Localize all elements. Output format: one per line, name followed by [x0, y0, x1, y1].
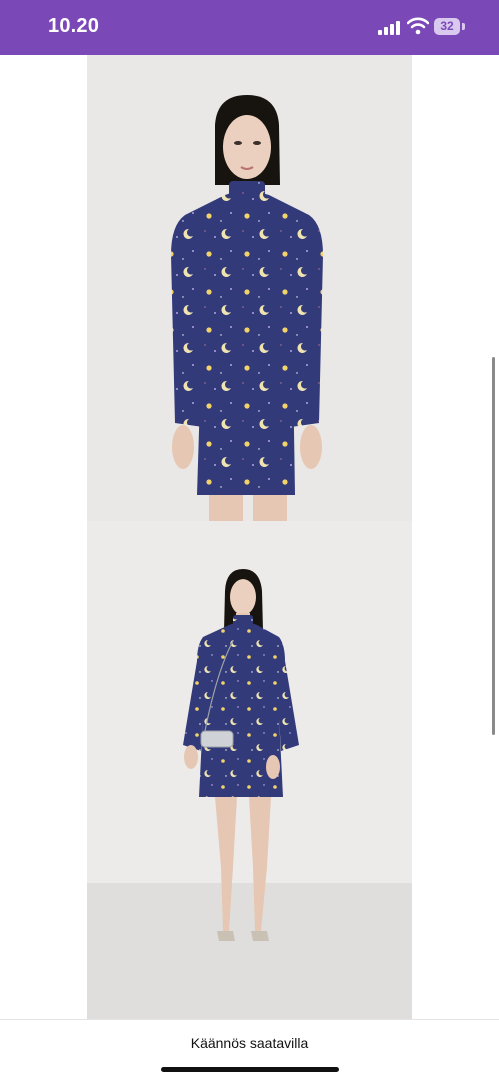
bottom-bar: Käännös saatavilla: [0, 1019, 499, 1081]
home-indicator[interactable]: [161, 1067, 339, 1072]
status-bar: 10.20 32: [0, 0, 499, 55]
translation-available-label[interactable]: Käännös saatavilla: [0, 1035, 499, 1051]
scrollbar[interactable]: [492, 357, 495, 735]
battery-nub: [462, 23, 465, 30]
product-image-1[interactable]: [87, 55, 412, 521]
wifi-icon: [407, 17, 429, 35]
battery-icon: 32: [434, 18, 460, 35]
status-time: 10.20: [48, 15, 100, 37]
product-image-2[interactable]: [87, 521, 412, 1019]
cellular-signal-icon: [378, 19, 402, 35]
